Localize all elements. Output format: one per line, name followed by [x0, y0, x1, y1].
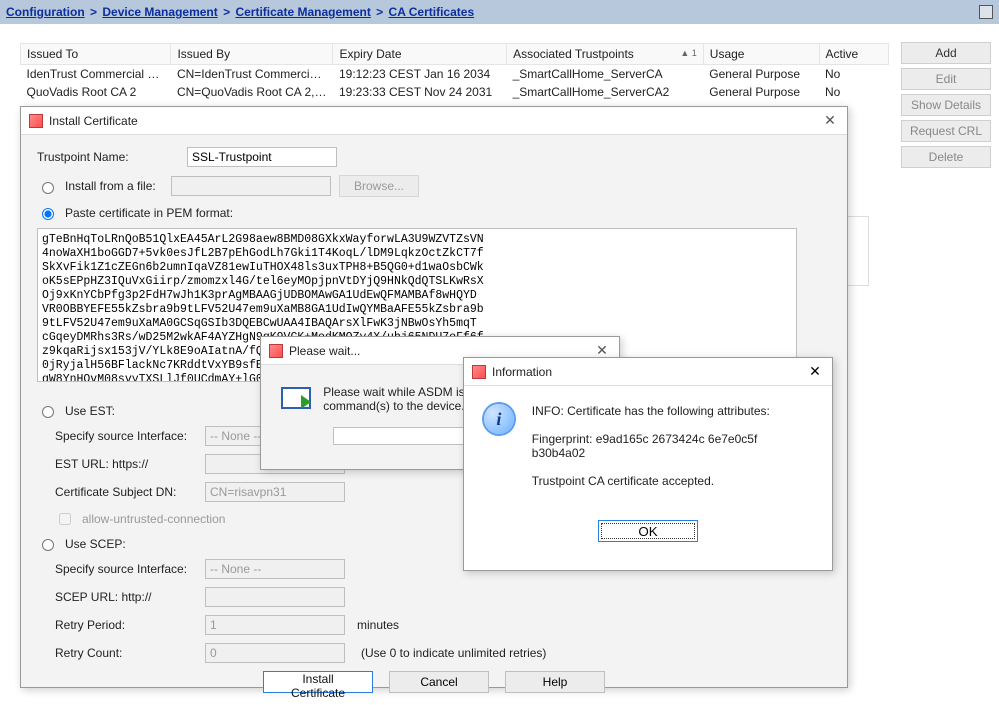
use-scep-label: Use SCEP: [65, 537, 126, 551]
action-sidebar: Add Edit Show Details Request CRL Delete [901, 42, 991, 168]
allow-untrusted-checkbox[interactable] [59, 513, 71, 525]
allow-untrusted-label: allow-untrusted-connection [82, 512, 225, 526]
cell-usage: General Purpose [703, 65, 819, 84]
info-icon: i [484, 404, 514, 434]
crumb-device-management[interactable]: Device Management [102, 5, 217, 19]
retry-hint: (Use 0 to indicate unlimited retries) [361, 646, 546, 660]
app-icon [29, 114, 43, 128]
info-line-1: INFO: Certificate has the following attr… [532, 404, 812, 418]
scep-url-label: SCEP URL: http:// [55, 590, 197, 604]
col-issued-to[interactable]: Issued To [21, 44, 171, 65]
install-certificate-button[interactable]: Install Certificate [263, 671, 373, 693]
col-usage[interactable]: Usage [703, 44, 819, 65]
paste-pem-label: Paste certificate in PEM format: [65, 206, 233, 220]
info-text: INFO: Certificate has the following attr… [532, 404, 812, 502]
dialog-title: Information [492, 365, 800, 379]
file-path-input[interactable] [171, 176, 331, 196]
app-icon [269, 344, 283, 358]
trustpoint-name-input[interactable] [187, 147, 337, 167]
cell-issued-to: IdenTrust Commercial Root... [21, 65, 171, 84]
certificate-table: Issued To Issued By Expiry Date Associat… [20, 42, 889, 104]
delete-button[interactable]: Delete [901, 146, 991, 168]
use-est-radio[interactable] [42, 406, 54, 418]
cert-subject-dn-input[interactable] [205, 482, 345, 502]
dialog-titlebar[interactable]: Install Certificate ✕ [21, 107, 847, 135]
cell-usage: General Purpose [703, 83, 819, 101]
trustpoint-name-label: Trustpoint Name: [37, 150, 179, 164]
information-dialog: Information ✕ i INFO: Certificate has th… [463, 357, 833, 571]
cell-expiry: 19:12:23 CEST Jan 16 2034 [333, 65, 507, 84]
cancel-button[interactable]: Cancel [389, 671, 489, 693]
scep-source-interface-select[interactable] [205, 559, 345, 579]
cell-issued-by: CN=IdenTrust Commercial ... [171, 65, 333, 84]
minutes-label: minutes [357, 618, 399, 632]
info-accepted: Trustpoint CA certificate accepted. [532, 474, 812, 488]
cell-active: No [819, 65, 888, 84]
table-row[interactable]: QuoVadis Root CA 2 CN=QuoVadis Root CA 2… [21, 83, 889, 101]
crumb-sep: > [221, 5, 232, 19]
browse-button[interactable]: Browse... [339, 175, 419, 197]
crumb-sep: > [374, 5, 385, 19]
help-button[interactable]: Help [505, 671, 605, 693]
retry-period-label: Retry Period: [55, 618, 197, 632]
cell-expiry: 19:23:33 CEST Nov 24 2031 [333, 83, 507, 101]
cell-issued-by: CN=QuoVadis Root CA 2, ... [171, 83, 333, 101]
install-from-file-radio[interactable] [42, 182, 54, 194]
crumb-certificate-management[interactable]: Certificate Management [235, 5, 370, 19]
close-icon[interactable]: ✕ [821, 112, 839, 130]
crumb-sep: > [88, 5, 99, 19]
install-from-file-label: Install from a file: [65, 179, 163, 193]
col-expiry[interactable]: Expiry Date [333, 44, 507, 65]
scep-url-input[interactable] [205, 587, 345, 607]
retry-period-input[interactable] [205, 615, 345, 635]
est-source-interface-label: Specify source Interface: [55, 429, 197, 443]
edit-button[interactable]: Edit [901, 68, 991, 90]
info-fingerprint: Fingerprint: e9ad165c 2673424c 6e7e0c5f … [532, 432, 812, 460]
retry-count-input[interactable] [205, 643, 345, 663]
col-active[interactable]: Active [819, 44, 888, 65]
cell-assoc: _SmartCallHome_ServerCA2 [507, 83, 704, 101]
breadcrumb: Configuration > Device Management > Cert… [6, 5, 474, 19]
use-est-label: Use EST: [65, 404, 115, 418]
dialog-title: Install Certificate [49, 114, 815, 128]
ok-button[interactable]: OK [598, 520, 698, 542]
paste-pem-radio[interactable] [42, 208, 54, 220]
add-button[interactable]: Add [901, 42, 991, 64]
use-scep-radio[interactable] [42, 539, 54, 551]
col-assoc-trustpoints[interactable]: Associated Trustpoints▲ 1 [507, 44, 704, 65]
table-row[interactable]: IdenTrust Commercial Root... CN=IdenTrus… [21, 65, 889, 84]
window-maximize-button[interactable] [979, 5, 993, 19]
crumb-ca-certificates[interactable]: CA Certificates [389, 5, 475, 19]
col-issued-by[interactable]: Issued By [171, 44, 333, 65]
cert-subject-dn-label: Certificate Subject DN: [55, 485, 197, 499]
sort-asc-icon: ▲ 1 [680, 48, 696, 58]
show-details-button[interactable]: Show Details [901, 94, 991, 116]
close-icon[interactable]: ✕ [806, 363, 824, 381]
dialog-title: Please wait... [289, 344, 587, 358]
dialog-titlebar[interactable]: Information ✕ [464, 358, 832, 386]
deliver-icon [279, 385, 309, 417]
crumb-configuration[interactable]: Configuration [6, 5, 85, 19]
app-icon [472, 365, 486, 379]
scep-source-interface-label: Specify source Interface: [55, 562, 197, 576]
cell-active: No [819, 83, 888, 101]
cell-assoc: _SmartCallHome_ServerCA [507, 65, 704, 84]
breadcrumb-bar: Configuration > Device Management > Cert… [0, 0, 999, 24]
est-url-label: EST URL: https:// [55, 457, 197, 471]
request-crl-button[interactable]: Request CRL [901, 120, 991, 142]
retry-count-label: Retry Count: [55, 646, 197, 660]
cell-issued-to: QuoVadis Root CA 2 [21, 83, 171, 101]
